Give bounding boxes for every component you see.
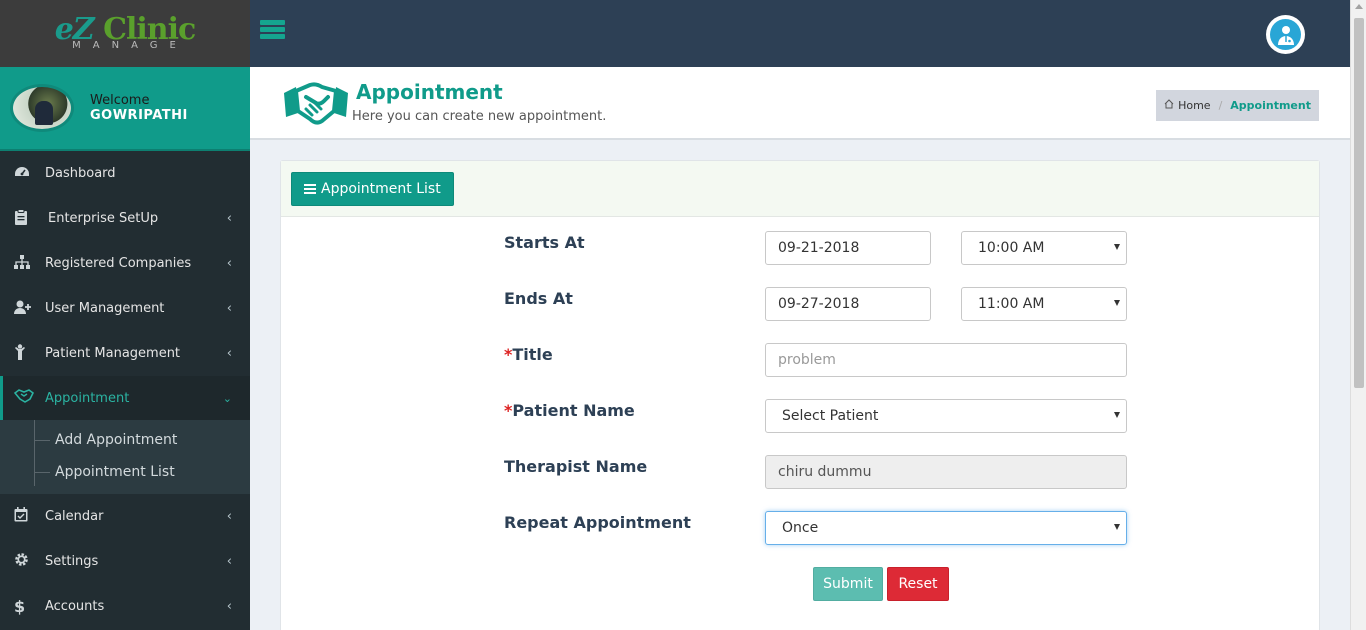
scrollbar-thumb[interactable] bbox=[1354, 18, 1364, 388]
sitemap-icon bbox=[14, 254, 45, 273]
panel-header: Appointment List bbox=[281, 161, 1319, 217]
sidebar-subitem-label: Add Appointment bbox=[55, 432, 178, 448]
patient-icon bbox=[14, 343, 45, 364]
user-menu-button[interactable] bbox=[1266, 15, 1305, 54]
calendar-icon bbox=[14, 507, 45, 526]
list-icon bbox=[304, 184, 316, 194]
handshake-icon bbox=[13, 389, 45, 407]
chevron-left-icon: ‹ bbox=[226, 256, 232, 271]
end-date-input[interactable]: 09-27-2018 bbox=[765, 287, 931, 321]
sidebar-item-registered-companies[interactable]: Registered Companies ‹ bbox=[0, 241, 250, 286]
sidebar-item-label: Settings bbox=[45, 554, 99, 569]
sidebar-item-label: Enterprise SetUp bbox=[48, 211, 159, 226]
reset-button[interactable]: Reset bbox=[887, 567, 949, 601]
therapist-name-input: chiru dummu bbox=[765, 455, 1127, 489]
start-time-select[interactable]: 10:00 AM bbox=[961, 231, 1127, 265]
repeat-select[interactable]: Once bbox=[765, 511, 1127, 545]
handshake-icon bbox=[280, 79, 352, 127]
sidebar-subitem-label: Appointment List bbox=[55, 464, 175, 480]
sidebar-toggle-button[interactable] bbox=[260, 20, 285, 40]
sidebar-item-enterprise-setup[interactable]: Enterprise SetUp ‹ bbox=[0, 196, 250, 241]
sidebar-item-user-management[interactable]: User Management ‹ bbox=[0, 286, 250, 331]
breadcrumb-separator: / bbox=[1218, 99, 1223, 112]
appointment-list-button-label: Appointment List bbox=[321, 181, 441, 197]
app-logo[interactable]: eZ Clinic MANAGE bbox=[0, 0, 250, 67]
dropdown-caret-icon bbox=[1114, 524, 1120, 530]
breadcrumb-home-link[interactable]: Home bbox=[1178, 99, 1210, 112]
ends-at-label: Ends At bbox=[504, 289, 573, 308]
page-scrollbar[interactable] bbox=[1350, 0, 1366, 630]
chevron-left-icon: ‹ bbox=[226, 599, 232, 614]
scroll-up-arrow-icon[interactable] bbox=[1355, 4, 1363, 9]
sidebar: eZ Clinic MANAGE Welcome GOWRIPATHI Dash… bbox=[0, 0, 250, 630]
title-label: *Title bbox=[504, 345, 553, 364]
end-time-select[interactable]: 11:00 AM bbox=[961, 287, 1127, 321]
appointment-list-button[interactable]: Appointment List bbox=[291, 172, 454, 206]
starts-at-label: Starts At bbox=[504, 233, 585, 252]
dollar-icon: $ bbox=[14, 597, 26, 616]
user-panel: Welcome GOWRIPATHI bbox=[0, 67, 250, 151]
welcome-text: Welcome bbox=[90, 93, 150, 108]
chevron-left-icon: ‹ bbox=[226, 554, 232, 569]
page-title: Appointment bbox=[356, 80, 503, 104]
chevron-down-icon: ⌄ bbox=[222, 391, 232, 405]
sidebar-item-label: Accounts bbox=[45, 599, 105, 614]
doctor-icon bbox=[1270, 19, 1301, 50]
dropdown-caret-icon bbox=[1114, 244, 1120, 250]
breadcrumb: Home / Appointment bbox=[1156, 90, 1319, 121]
clipboard-icon bbox=[14, 208, 45, 229]
therapist-name-label: Therapist Name bbox=[504, 457, 648, 476]
chevron-left-icon: ‹ bbox=[226, 211, 232, 226]
sidebar-item-label: Appointment bbox=[45, 390, 130, 406]
appointment-submenu: Add Appointment Appointment List bbox=[0, 420, 250, 494]
dropdown-caret-icon bbox=[1114, 300, 1120, 306]
repeat-appointment-label: Repeat Appointment bbox=[504, 513, 691, 532]
sidebar-item-settings[interactable]: Settings ‹ bbox=[0, 539, 250, 584]
patient-select[interactable]: Select Patient bbox=[765, 399, 1127, 433]
sidebar-item-label: Registered Companies bbox=[45, 256, 192, 271]
dropdown-caret-icon bbox=[1114, 412, 1120, 418]
chevron-left-icon: ‹ bbox=[226, 346, 232, 361]
chevron-left-icon: ‹ bbox=[226, 509, 232, 524]
sidebar-subitem-add-appointment[interactable]: Add Appointment bbox=[0, 424, 250, 456]
home-icon bbox=[1164, 99, 1174, 112]
page-subtitle: Here you can create new appointment. bbox=[352, 109, 607, 124]
sidebar-item-label: Calendar bbox=[45, 509, 104, 524]
sidebar-item-patient-management[interactable]: Patient Management ‹ bbox=[0, 331, 250, 376]
sidebar-item-calendar[interactable]: Calendar ‹ bbox=[0, 494, 250, 539]
sidebar-item-label: User Management bbox=[45, 301, 165, 316]
sidebar-menu: Dashboard Enterprise SetUp ‹ Registered … bbox=[0, 151, 250, 420]
content-header: Appointment Here you can create new appo… bbox=[250, 67, 1350, 140]
sidebar-item-appointment[interactable]: Appointment ⌄ bbox=[0, 376, 250, 420]
sidebar-subitem-appointment-list[interactable]: Appointment List bbox=[0, 456, 250, 488]
logo-subtitle: MANAGE bbox=[72, 40, 188, 51]
sidebar-item-label: Patient Management bbox=[45, 346, 181, 361]
gear-icon bbox=[14, 552, 45, 571]
start-date-input[interactable]: 09-21-2018 bbox=[765, 231, 931, 265]
top-navbar bbox=[250, 0, 1350, 67]
title-input[interactable]: problem bbox=[765, 343, 1127, 377]
chevron-left-icon: ‹ bbox=[226, 301, 232, 316]
dashboard-icon bbox=[14, 165, 45, 183]
user-name: GOWRIPATHI bbox=[90, 108, 188, 123]
sidebar-item-accounts[interactable]: $ Accounts ‹ bbox=[0, 584, 250, 629]
avatar bbox=[10, 84, 74, 132]
breadcrumb-current: Appointment bbox=[1230, 99, 1311, 112]
patient-name-label: *Patient Name bbox=[504, 401, 635, 420]
sidebar-item-dashboard[interactable]: Dashboard bbox=[0, 151, 250, 196]
submit-button[interactable]: Submit bbox=[813, 567, 883, 601]
sidebar-item-label: Dashboard bbox=[45, 166, 116, 181]
user-plus-icon bbox=[14, 300, 45, 318]
